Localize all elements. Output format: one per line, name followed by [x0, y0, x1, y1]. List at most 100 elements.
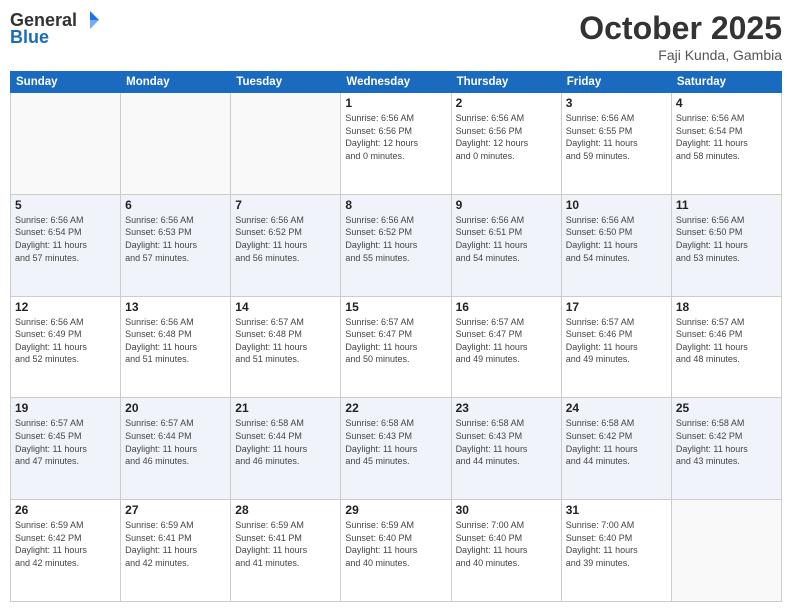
calendar-day-cell — [231, 93, 341, 195]
day-info: Sunrise: 6:56 AMSunset: 6:52 PMDaylight:… — [235, 214, 336, 264]
day-number: 4 — [676, 96, 777, 110]
calendar-week-row: 5 Sunrise: 6:56 AMSunset: 6:54 PMDaylight… — [11, 194, 782, 296]
day-info: Sunrise: 6:57 AMSunset: 6:47 PMDaylight:… — [345, 316, 446, 366]
day-number: 17 — [566, 300, 667, 314]
calendar-day-cell — [671, 500, 781, 602]
day-number: 25 — [676, 401, 777, 415]
day-info: Sunrise: 6:57 AMSunset: 6:47 PMDaylight:… — [456, 316, 557, 366]
day-number: 13 — [125, 300, 226, 314]
calendar-day-cell — [11, 93, 121, 195]
calendar-day-cell: 12Sunrise: 6:56 AMSunset: 6:49 PMDayligh… — [11, 296, 121, 398]
day-info: Sunrise: 6:59 AMSunset: 6:41 PMDaylight:… — [125, 519, 226, 569]
logo-icon — [79, 9, 101, 31]
calendar-day-cell: 24Sunrise: 6:58 AMSunset: 6:42 PMDayligh… — [561, 398, 671, 500]
day-number: 6 — [125, 198, 226, 212]
day-number: 3 — [566, 96, 667, 110]
calendar-day-cell: 6 Sunrise: 6:56 AMSunset: 6:53 PMDaylight… — [121, 194, 231, 296]
calendar-day-cell: 3 Sunrise: 6:56 AMSunset: 6:55 PMDaylight… — [561, 93, 671, 195]
day-info: Sunrise: 6:59 AMSunset: 6:42 PMDaylight:… — [15, 519, 116, 569]
calendar-day-cell: 9Sunrise: 6:56 AMSunset: 6:51 PMDaylight… — [451, 194, 561, 296]
day-number: 15 — [345, 300, 446, 314]
calendar-day-cell: 13 Sunrise: 6:56 AMSunset: 6:48 PMDayligh… — [121, 296, 231, 398]
day-number: 11 — [676, 198, 777, 212]
day-info: Sunrise: 6:57 AMSunset: 6:48 PMDaylight:… — [235, 316, 336, 366]
calendar-week-row: 19 Sunrise: 6:57 AMSunset: 6:45 PMDayligh… — [11, 398, 782, 500]
day-info: Sunrise: 7:00 AMSunset: 6:40 PMDaylight:… — [566, 519, 667, 569]
day-number: 27 — [125, 503, 226, 517]
day-number: 10 — [566, 198, 667, 212]
day-info: Sunrise: 6:56 AMSunset: 6:55 PMDaylight:… — [566, 112, 667, 162]
day-info: Sunrise: 6:58 AMSunset: 6:43 PMDaylight:… — [456, 417, 557, 467]
day-number: 20 — [125, 401, 226, 415]
calendar-day-cell: 14Sunrise: 6:57 AMSunset: 6:48 PMDayligh… — [231, 296, 341, 398]
logo: General Blue — [10, 10, 101, 48]
day-info: Sunrise: 6:58 AMSunset: 6:42 PMDaylight:… — [676, 417, 777, 467]
day-info: Sunrise: 6:58 AMSunset: 6:42 PMDaylight:… — [566, 417, 667, 467]
day-info: Sunrise: 6:56 AMSunset: 6:53 PMDaylight:… — [125, 214, 226, 264]
day-info: Sunrise: 6:56 AMSunset: 6:48 PMDaylight:… — [125, 316, 226, 366]
calendar-day-cell: 22 Sunrise: 6:58 AMSunset: 6:43 PMDayligh… — [341, 398, 451, 500]
calendar-table: SundayMondayTuesdayWednesdayThursdayFrid… — [10, 71, 782, 602]
calendar-day-cell — [121, 93, 231, 195]
day-info: Sunrise: 6:57 AMSunset: 6:46 PMDaylight:… — [676, 316, 777, 366]
day-info: Sunrise: 6:57 AMSunset: 6:44 PMDaylight:… — [125, 417, 226, 467]
day-number: 8 — [345, 198, 446, 212]
calendar-day-cell: 11 Sunrise: 6:56 AMSunset: 6:50 PMDayligh… — [671, 194, 781, 296]
calendar-day-cell: 17Sunrise: 6:57 AMSunset: 6:46 PMDayligh… — [561, 296, 671, 398]
calendar-week-row: 26Sunrise: 6:59 AMSunset: 6:42 PMDayligh… — [11, 500, 782, 602]
day-info: Sunrise: 6:57 AMSunset: 6:45 PMDaylight:… — [15, 417, 116, 467]
day-number: 5 — [15, 198, 116, 212]
day-number: 19 — [15, 401, 116, 415]
calendar-day-cell: 7 Sunrise: 6:56 AMSunset: 6:52 PMDaylight… — [231, 194, 341, 296]
calendar-header-thursday: Thursday — [451, 72, 561, 93]
day-number: 2 — [456, 96, 557, 110]
calendar-day-cell: 28 Sunrise: 6:59 AMSunset: 6:41 PMDayligh… — [231, 500, 341, 602]
day-number: 23 — [456, 401, 557, 415]
day-info: Sunrise: 6:56 AMSunset: 6:50 PMDaylight:… — [676, 214, 777, 264]
day-number: 31 — [566, 503, 667, 517]
calendar-header-row: SundayMondayTuesdayWednesdayThursdayFrid… — [11, 72, 782, 93]
day-number: 22 — [345, 401, 446, 415]
day-number: 16 — [456, 300, 557, 314]
calendar-day-cell: 20 Sunrise: 6:57 AMSunset: 6:44 PMDayligh… — [121, 398, 231, 500]
location: Faji Kunda, Gambia — [579, 47, 782, 63]
day-number: 29 — [345, 503, 446, 517]
day-info: Sunrise: 6:56 AMSunset: 6:56 PMDaylight:… — [456, 112, 557, 162]
day-number: 7 — [235, 198, 336, 212]
day-info: Sunrise: 6:59 AMSunset: 6:40 PMDaylight:… — [345, 519, 446, 569]
calendar-day-cell: 29 Sunrise: 6:59 AMSunset: 6:40 PMDayligh… — [341, 500, 451, 602]
day-number: 28 — [235, 503, 336, 517]
calendar-day-cell: 8 Sunrise: 6:56 AMSunset: 6:52 PMDaylight… — [341, 194, 451, 296]
month-title: October 2025 — [579, 10, 782, 47]
calendar-day-cell: 18 Sunrise: 6:57 AMSunset: 6:46 PMDayligh… — [671, 296, 781, 398]
day-info: Sunrise: 6:59 AMSunset: 6:41 PMDaylight:… — [235, 519, 336, 569]
day-number: 12 — [15, 300, 116, 314]
header: General Blue October 2025 Faji Kunda, Ga… — [10, 10, 782, 63]
day-info: Sunrise: 6:56 AMSunset: 6:56 PMDaylight:… — [345, 112, 446, 162]
day-number: 9 — [456, 198, 557, 212]
day-info: Sunrise: 6:56 AMSunset: 6:52 PMDaylight:… — [345, 214, 446, 264]
day-number: 18 — [676, 300, 777, 314]
title-block: October 2025 Faji Kunda, Gambia — [579, 10, 782, 63]
day-info: Sunrise: 7:00 AMSunset: 6:40 PMDaylight:… — [456, 519, 557, 569]
calendar-day-cell: 25 Sunrise: 6:58 AMSunset: 6:42 PMDayligh… — [671, 398, 781, 500]
calendar-day-cell: 2 Sunrise: 6:56 AMSunset: 6:56 PMDaylight… — [451, 93, 561, 195]
calendar-day-cell: 19 Sunrise: 6:57 AMSunset: 6:45 PMDayligh… — [11, 398, 121, 500]
calendar-header-tuesday: Tuesday — [231, 72, 341, 93]
day-number: 30 — [456, 503, 557, 517]
page-container: General Blue October 2025 Faji Kunda, Ga… — [0, 0, 792, 612]
day-info: Sunrise: 6:56 AMSunset: 6:54 PMDaylight:… — [15, 214, 116, 264]
calendar-day-cell: 16 Sunrise: 6:57 AMSunset: 6:47 PMDayligh… — [451, 296, 561, 398]
day-info: Sunrise: 6:58 AMSunset: 6:43 PMDaylight:… — [345, 417, 446, 467]
calendar-day-cell: 5 Sunrise: 6:56 AMSunset: 6:54 PMDaylight… — [11, 194, 121, 296]
calendar-header-saturday: Saturday — [671, 72, 781, 93]
day-info: Sunrise: 6:56 AMSunset: 6:54 PMDaylight:… — [676, 112, 777, 162]
calendar-day-cell: 27 Sunrise: 6:59 AMSunset: 6:41 PMDayligh… — [121, 500, 231, 602]
calendar-week-row: 1Sunrise: 6:56 AMSunset: 6:56 PMDaylight… — [11, 93, 782, 195]
day-number: 21 — [235, 401, 336, 415]
calendar-day-cell: 26Sunrise: 6:59 AMSunset: 6:42 PMDayligh… — [11, 500, 121, 602]
calendar-day-cell: 10Sunrise: 6:56 AMSunset: 6:50 PMDayligh… — [561, 194, 671, 296]
day-info: Sunrise: 6:58 AMSunset: 6:44 PMDaylight:… — [235, 417, 336, 467]
calendar-week-row: 12Sunrise: 6:56 AMSunset: 6:49 PMDayligh… — [11, 296, 782, 398]
calendar-day-cell: 23 Sunrise: 6:58 AMSunset: 6:43 PMDayligh… — [451, 398, 561, 500]
